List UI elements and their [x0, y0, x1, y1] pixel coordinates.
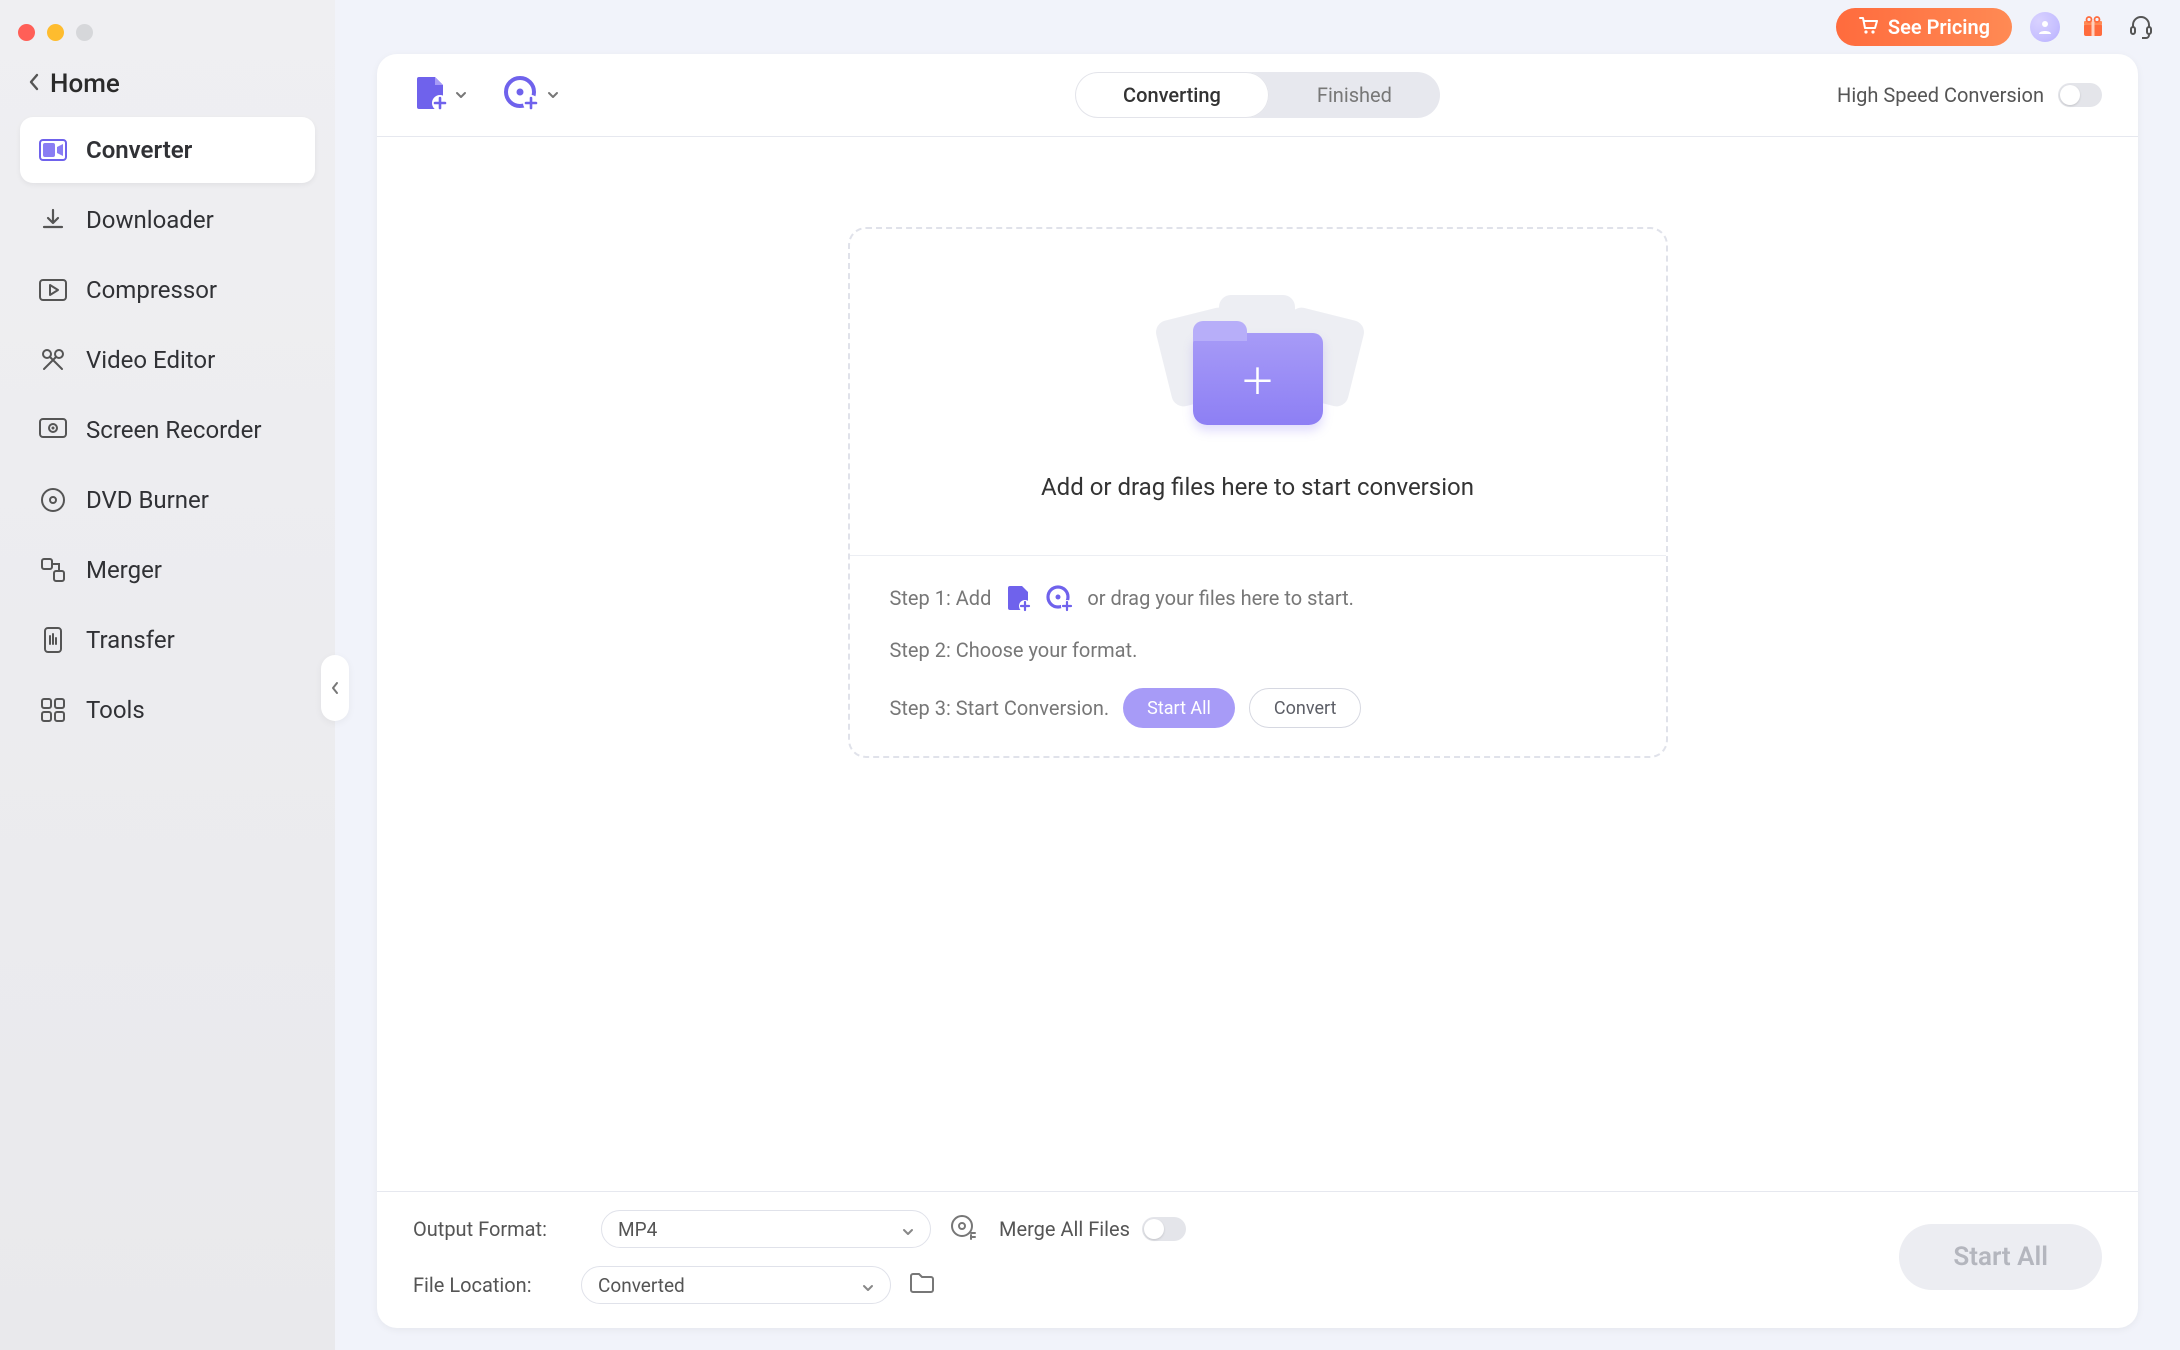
open-folder-icon[interactable] [909, 1272, 935, 1299]
sidebar-item-label: Merger [86, 556, 162, 584]
video-editor-icon [38, 345, 68, 375]
sidebar-item-compressor[interactable]: Compressor [20, 257, 315, 323]
steps-panel: Step 1: Add or drag your files here to s… [850, 555, 1666, 756]
step-1-prefix: Step 1: Add [890, 586, 992, 610]
convert-example-label: Convert [1274, 698, 1337, 719]
content-card: Converting Finished High Speed Conversio… [377, 54, 2138, 1328]
add-file-button[interactable] [413, 75, 467, 116]
sidebar-item-converter[interactable]: Converter [20, 117, 315, 183]
output-format-select[interactable]: MP4 [601, 1210, 931, 1248]
dropzone-title: Add or drag files here to start conversi… [1041, 473, 1474, 501]
close-window-button[interactable] [18, 24, 35, 41]
compressor-icon [38, 275, 68, 305]
chevron-down-icon [862, 1274, 874, 1297]
plus-icon: ＋ [1193, 333, 1323, 425]
chevron-down-icon [455, 87, 467, 103]
output-settings-icon[interactable] [949, 1213, 977, 1246]
file-location-label: File Location: [413, 1273, 563, 1297]
sidebar-nav: Converter Downloader Compressor Video Ed… [0, 117, 335, 743]
hispeed-toggle[interactable] [2058, 83, 2102, 107]
sidebar-item-label: Tools [86, 696, 145, 724]
merger-icon [38, 555, 68, 585]
sidebar-item-label: Converter [86, 136, 192, 164]
sidebar-item-tools[interactable]: Tools [20, 677, 315, 743]
cart-icon [1858, 15, 1878, 39]
tab-finished-label: Finished [1317, 83, 1392, 107]
sidebar: Home Converter Downloader Compressor [0, 0, 335, 1350]
converter-icon [38, 135, 68, 165]
step-3: Step 3: Start Conversion. Start All Conv… [890, 688, 1626, 728]
downloader-icon [38, 205, 68, 235]
status-tabs: Converting Finished [1075, 72, 1440, 118]
sidebar-item-merger[interactable]: Merger [20, 537, 315, 603]
start-all-example-button: Start All [1123, 688, 1235, 728]
chevron-down-icon [902, 1218, 914, 1241]
convert-example-button: Convert [1249, 688, 1362, 728]
gift-icon[interactable] [2078, 12, 2108, 42]
dvd-burner-icon [38, 485, 68, 515]
screen-recorder-icon [38, 415, 68, 445]
sidebar-item-screen-recorder[interactable]: Screen Recorder [20, 397, 315, 463]
disc-plus-icon [503, 75, 539, 116]
home-label: Home [50, 69, 120, 99]
home-link[interactable]: Home [0, 49, 335, 117]
tab-converting-label: Converting [1123, 83, 1221, 107]
topbar: See Pricing [335, 0, 2180, 54]
see-pricing-button[interactable]: See Pricing [1836, 8, 2012, 46]
tab-finished[interactable]: Finished [1269, 72, 1440, 118]
sidebar-item-label: DVD Burner [86, 486, 209, 514]
chevron-left-icon [28, 72, 40, 96]
step-1-suffix: or drag your files here to start. [1087, 586, 1354, 610]
start-all-button[interactable]: Start All [1899, 1224, 2102, 1290]
stage: ＋ Add or drag files here to start conver… [377, 137, 2138, 1191]
step-3-text: Step 3: Start Conversion. [890, 696, 1110, 720]
toolbar: Converting Finished High Speed Conversio… [377, 54, 2138, 137]
file-plus-icon [413, 75, 447, 116]
hispeed-label: High Speed Conversion [1837, 83, 2044, 107]
step-2-text: Step 2: Choose your format. [890, 638, 1138, 662]
start-all-label: Start All [1953, 1242, 2048, 1272]
zoom-window-button[interactable] [76, 24, 93, 41]
add-disc-button[interactable] [503, 75, 559, 116]
sidebar-item-dvd-burner[interactable]: DVD Burner [20, 467, 315, 533]
tools-icon [38, 695, 68, 725]
output-format-value: MP4 [618, 1218, 657, 1241]
sidebar-item-video-editor[interactable]: Video Editor [20, 327, 315, 393]
sidebar-item-label: Screen Recorder [86, 416, 261, 444]
window-controls [0, 10, 335, 49]
transfer-icon [38, 625, 68, 655]
chevron-down-icon [547, 87, 559, 103]
file-location-value: Converted [598, 1274, 685, 1297]
footer-bar: Output Format: MP4 Mer [377, 1191, 2138, 1328]
support-icon[interactable] [2126, 12, 2156, 42]
sidebar-item-downloader[interactable]: Downloader [20, 187, 315, 253]
step-2: Step 2: Choose your format. [890, 638, 1626, 662]
minimize-window-button[interactable] [47, 24, 64, 41]
sidebar-item-label: Transfer [86, 626, 175, 654]
file-plus-icon [1005, 584, 1031, 612]
avatar[interactable] [2030, 12, 2060, 42]
disc-plus-icon [1045, 584, 1073, 612]
start-all-example-label: Start All [1147, 698, 1211, 719]
sidebar-item-label: Video Editor [86, 346, 215, 374]
merge-toggle[interactable] [1142, 1217, 1186, 1241]
output-format-label: Output Format: [413, 1217, 583, 1241]
dropzone[interactable]: ＋ Add or drag files here to start conver… [848, 227, 1668, 758]
merge-label: Merge All Files [999, 1217, 1130, 1241]
dropzone-illustration: ＋ [1153, 285, 1363, 425]
sidebar-item-transfer[interactable]: Transfer [20, 607, 315, 673]
tab-converting[interactable]: Converting [1075, 72, 1269, 118]
see-pricing-label: See Pricing [1888, 15, 1990, 39]
file-location-select[interactable]: Converted [581, 1266, 891, 1304]
sidebar-item-label: Compressor [86, 276, 217, 304]
step-1: Step 1: Add or drag your files here to s… [890, 584, 1626, 612]
main-area: See Pricing [335, 0, 2180, 1350]
sidebar-item-label: Downloader [86, 206, 214, 234]
